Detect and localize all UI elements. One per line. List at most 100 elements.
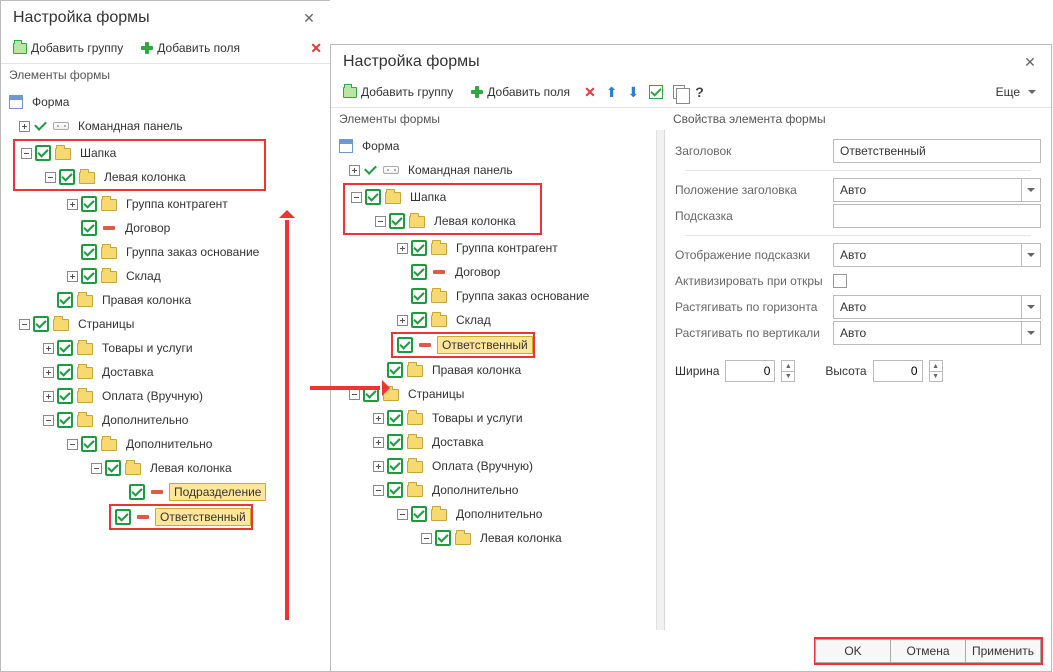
- expander-icon[interactable]: [373, 214, 387, 228]
- checkbox[interactable]: [81, 436, 97, 452]
- expander-icon[interactable]: [65, 437, 79, 451]
- node-additional[interactable]: Дополнительно: [333, 478, 662, 502]
- checkbox[interactable]: [387, 362, 403, 378]
- cancel-button[interactable]: Отмена: [890, 639, 966, 663]
- chevron-down-icon[interactable]: [1021, 178, 1041, 202]
- expander-icon[interactable]: [395, 241, 409, 255]
- checkbox[interactable]: [387, 482, 403, 498]
- checkbox[interactable]: [57, 364, 73, 380]
- node-group-counterparty[interactable]: Группа контрагент: [333, 236, 662, 260]
- check-icon[interactable]: [363, 162, 379, 178]
- tree-right[interactable]: Форма Командная панель Шапка: [331, 130, 664, 630]
- prop-hint-input[interactable]: [833, 204, 1041, 228]
- checkbox[interactable]: [411, 506, 427, 522]
- node-payment-manual[interactable]: Оплата (Вручную): [333, 454, 662, 478]
- spinner[interactable]: ▲▼: [929, 360, 943, 382]
- node-delivery[interactable]: Доставка: [333, 430, 662, 454]
- checkbox[interactable]: [397, 337, 413, 353]
- checkbox[interactable]: [59, 169, 75, 185]
- expander-icon[interactable]: [395, 507, 409, 521]
- checkbox[interactable]: [411, 288, 427, 304]
- checkbox[interactable]: [411, 240, 427, 256]
- checkbox[interactable]: [411, 264, 427, 280]
- node-delivery[interactable]: Доставка: [3, 360, 328, 384]
- node-right-column[interactable]: Правая колонка: [333, 358, 662, 382]
- node-left-column2[interactable]: Левая колонка: [3, 456, 328, 480]
- expander-icon[interactable]: [419, 531, 433, 545]
- chevron-down-icon[interactable]: [1021, 295, 1041, 319]
- expander-icon[interactable]: [41, 413, 55, 427]
- chevron-down-icon[interactable]: [1021, 243, 1041, 267]
- add-group-button[interactable]: Добавить группу: [339, 83, 457, 101]
- node-contract[interactable]: Договор: [333, 260, 662, 284]
- expander-icon[interactable]: [371, 435, 385, 449]
- node-warehouse[interactable]: Склад: [333, 308, 662, 332]
- check-all-icon[interactable]: [649, 85, 663, 99]
- checkbox[interactable]: [33, 316, 49, 332]
- checkbox[interactable]: [81, 196, 97, 212]
- prop-hint-display-select[interactable]: Авто: [833, 243, 1041, 267]
- copy-icon[interactable]: [673, 85, 685, 99]
- node-additional2[interactable]: Дополнительно: [3, 432, 328, 456]
- node-left-column[interactable]: Левая колонка: [15, 165, 264, 189]
- node-responsible-highlighted[interactable]: Ответственный: [391, 332, 535, 358]
- expander-icon[interactable]: [43, 170, 57, 184]
- add-fields-button[interactable]: Добавить поля: [137, 39, 244, 57]
- close-icon[interactable]: ✕: [1021, 53, 1039, 71]
- node-left-column[interactable]: Левая колонка: [345, 209, 540, 233]
- checkbox[interactable]: [365, 189, 381, 205]
- checkbox[interactable]: [35, 145, 51, 161]
- move-down-icon[interactable]: ⬇: [628, 84, 640, 101]
- expander-icon[interactable]: [371, 459, 385, 473]
- prop-height-input[interactable]: [873, 360, 923, 382]
- apply-button[interactable]: Применить: [965, 639, 1041, 663]
- add-group-button[interactable]: Добавить группу: [9, 39, 127, 57]
- expander-icon[interactable]: [65, 269, 79, 283]
- node-additional[interactable]: Дополнительно: [3, 408, 328, 432]
- node-payment-manual[interactable]: Оплата (Вручную): [3, 384, 328, 408]
- checkbox[interactable]: [387, 410, 403, 426]
- node-command-panel[interactable]: Командная панель: [3, 114, 328, 138]
- help-icon[interactable]: ?: [695, 84, 704, 100]
- checkbox[interactable]: [81, 268, 97, 284]
- prop-title-pos-select[interactable]: Авто: [833, 178, 1041, 202]
- ok-button[interactable]: OK: [815, 639, 891, 663]
- check-icon[interactable]: [33, 118, 49, 134]
- checkbox[interactable]: [387, 458, 403, 474]
- expander-icon[interactable]: [41, 389, 55, 403]
- prop-title-input[interactable]: Ответственный: [833, 139, 1041, 163]
- node-left-column2[interactable]: Левая колонка: [333, 526, 662, 550]
- node-group-order-base[interactable]: Группа заказ основание: [333, 284, 662, 308]
- expander-icon[interactable]: [17, 119, 31, 133]
- checkbox[interactable]: [57, 412, 73, 428]
- checkbox[interactable]: [387, 434, 403, 450]
- prop-activate-checkbox[interactable]: [833, 274, 847, 288]
- prop-width-input[interactable]: [725, 360, 775, 382]
- checkbox[interactable]: [129, 484, 145, 500]
- prop-stretch-h-select[interactable]: Авто: [833, 295, 1041, 319]
- delete-icon[interactable]: ✕: [584, 84, 596, 101]
- expander-icon[interactable]: [89, 461, 103, 475]
- checkbox[interactable]: [57, 388, 73, 404]
- node-responsible-highlighted[interactable]: Ответственный: [109, 504, 253, 530]
- expander-icon[interactable]: [19, 146, 33, 160]
- checkbox[interactable]: [389, 213, 405, 229]
- expander-icon[interactable]: [349, 190, 363, 204]
- expander-icon[interactable]: [395, 313, 409, 327]
- expander-icon[interactable]: [371, 411, 385, 425]
- checkbox[interactable]: [81, 220, 97, 236]
- checkbox[interactable]: [435, 530, 451, 546]
- expander-icon[interactable]: [65, 197, 79, 211]
- node-goods-services[interactable]: Товары и услуги: [3, 336, 328, 360]
- node-command-panel[interactable]: Командная панель: [333, 158, 662, 182]
- prop-stretch-v-select[interactable]: Авто: [833, 321, 1041, 345]
- expander-icon[interactable]: [41, 365, 55, 379]
- node-pages[interactable]: Страницы: [3, 312, 328, 336]
- node-subdivision[interactable]: Подразделение: [3, 480, 328, 504]
- checkbox[interactable]: [105, 460, 121, 476]
- checkbox[interactable]: [81, 244, 97, 260]
- expander-icon[interactable]: [17, 317, 31, 331]
- scrollbar[interactable]: [656, 130, 664, 630]
- node-group-order-base[interactable]: Группа заказ основание: [3, 240, 328, 264]
- node-form[interactable]: Форма: [3, 90, 328, 114]
